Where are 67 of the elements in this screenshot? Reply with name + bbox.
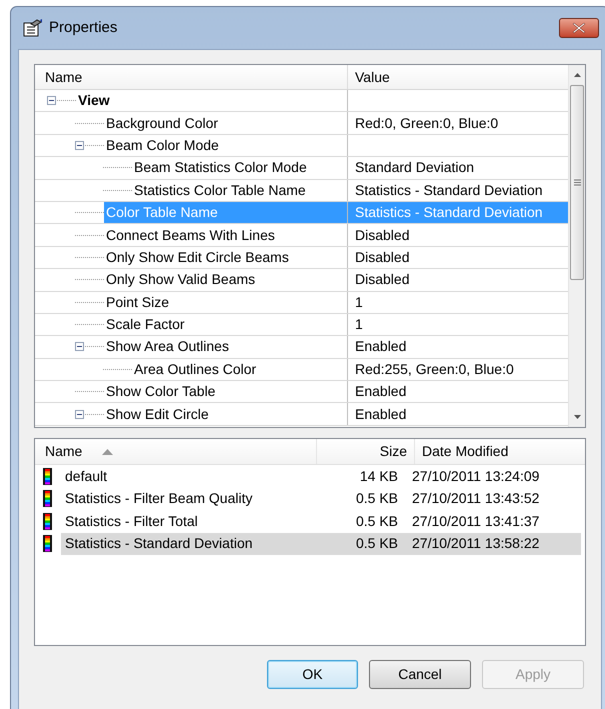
color-table-icon — [43, 490, 52, 508]
color-table-icon — [43, 535, 52, 552]
file-size: 0.5 KB — [354, 512, 399, 531]
column-header[interactable]: Name — [35, 65, 348, 89]
property-name[interactable]: Beam Statistics Color Mode — [132, 157, 309, 179]
file-row[interactable]: Statistics - Filter Total 0.5 KB 27/10/2011 13:41:37 — [61, 510, 581, 532]
collapse-icon[interactable] — [75, 342, 84, 352]
property-value: 1 — [355, 315, 363, 334]
color-table-icon — [43, 468, 52, 485]
property-name[interactable]: Area Outlines Color — [132, 358, 258, 380]
properties-icon — [23, 19, 43, 37]
file-date: 27/10/2011 13:43:52 — [411, 489, 540, 508]
property-value: Disabled — [355, 248, 410, 267]
sort-ascending-icon — [102, 448, 114, 454]
property-name[interactable]: Point Size — [104, 292, 172, 313]
property-name[interactable]: Background Color — [104, 112, 220, 134]
property-name[interactable]: Only Show Valid Beams — [104, 269, 258, 291]
file-date: 27/10/2011 13:41:37 — [411, 512, 540, 531]
dialog-button[interactable]: OK — [267, 660, 358, 689]
column-label: Name — [45, 442, 82, 461]
file-row[interactable]: Statistics - Filter Beam Quality 0.5 KB 27/10/2011 13:43:52 — [61, 488, 581, 510]
property-name[interactable]: Connect Beams With Lines — [104, 224, 277, 246]
property-value: Red:0, Green:0, Blue:0 — [355, 114, 498, 133]
property-name[interactable]: Show Color Table — [104, 381, 218, 402]
file-name: default — [64, 466, 108, 486]
property-value: Standard Deviation — [355, 158, 474, 178]
column-header[interactable]: Size — [317, 439, 415, 464]
file-date: 27/10/2011 13:24:09 — [411, 466, 540, 486]
grip-icon — [574, 179, 580, 186]
file-row[interactable]: default 14 KB 27/10/2011 13:24:09 — [61, 465, 581, 488]
file-size: 0.5 KB — [354, 534, 399, 554]
file-name: Statistics - Filter Beam Quality — [64, 489, 254, 508]
property-value: Statistics - Standard Deviation — [355, 203, 543, 222]
file-name: Statistics - Standard Deviation — [64, 534, 254, 554]
property-value: Disabled — [355, 270, 410, 290]
file-size: 14 KB — [358, 466, 399, 486]
scrollbar-thumb[interactable] — [570, 85, 584, 280]
column-header[interactable]: Date Modified — [415, 439, 585, 464]
file-row[interactable]: Statistics - Standard Deviation 0.5 KB 27/10/2011 13:58:22 — [61, 532, 581, 555]
close-icon — [573, 23, 585, 33]
collapse-icon[interactable] — [75, 410, 84, 419]
property-value: Disabled — [355, 226, 410, 245]
property-name[interactable]: Show Edit Circle — [104, 403, 211, 425]
property-name[interactable]: View — [76, 90, 112, 112]
property-value: Statistics - Standard Deviation — [355, 180, 543, 200]
scrollbar[interactable] — [568, 65, 585, 427]
file-date: 27/10/2011 13:58:22 — [411, 534, 540, 554]
collapse-icon[interactable] — [47, 96, 56, 106]
collapse-icon[interactable] — [75, 140, 84, 150]
property-value: Enabled — [355, 337, 406, 356]
window-title: Properties — [49, 18, 118, 38]
column-header[interactable]: Value — [348, 65, 568, 89]
property-value: Enabled — [355, 404, 406, 424]
dialog-button[interactable]: Cancel — [369, 660, 471, 689]
property-name[interactable]: Beam Color Mode — [104, 134, 221, 156]
file-size: 0.5 KB — [354, 489, 399, 508]
property-name[interactable]: Show Area Outlines — [104, 336, 231, 358]
column-header[interactable]: Name — [35, 439, 317, 464]
close-button[interactable] — [559, 18, 599, 38]
property-value: Enabled — [355, 382, 406, 402]
property-value: Red:255, Green:0, Blue:0 — [355, 360, 514, 379]
property-value: 1 — [355, 292, 363, 312]
property-name[interactable]: Scale Factor — [104, 314, 187, 336]
property-name[interactable]: Statistics Color Table Name — [132, 180, 308, 201]
property-name[interactable]: Only Show Edit Circle Beams — [104, 246, 291, 268]
color-table-icon — [43, 512, 52, 530]
file-name: Statistics - Filter Total — [64, 512, 199, 531]
